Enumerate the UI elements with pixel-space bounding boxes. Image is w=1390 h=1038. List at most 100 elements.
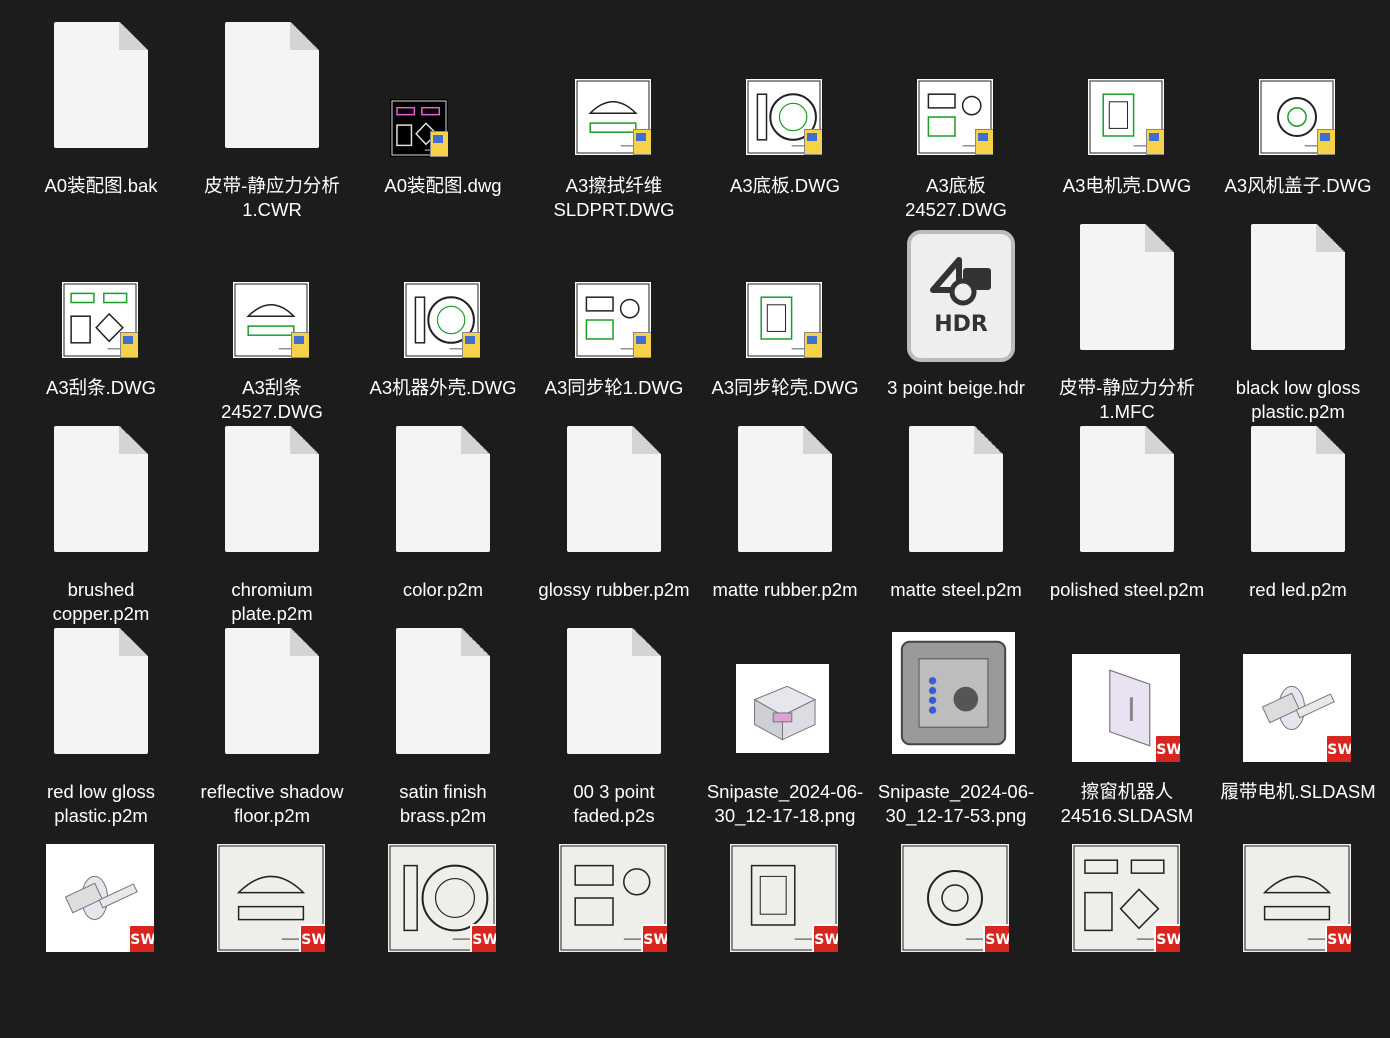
file-item[interactable]: SW — [364, 838, 522, 1038]
file-item[interactable]: A0装配图.bak — [22, 18, 180, 218]
blank-file-icon — [54, 628, 148, 754]
file-name-label: red led.p2m — [1249, 579, 1347, 600]
file-item[interactable]: SW — [1219, 838, 1377, 1038]
file-icon-container — [706, 422, 864, 562]
file-item[interactable]: polished steel.p2m — [1048, 422, 1206, 622]
file-item[interactable]: 皮带-静应力分析1.MFC — [1048, 220, 1206, 422]
slddrw-thumbnail: SW — [730, 844, 838, 952]
file-icon-container — [364, 220, 522, 360]
dwg-thumbnail — [917, 79, 993, 155]
file-item[interactable]: SW — [1048, 838, 1206, 1038]
file-icon-container — [193, 220, 351, 360]
file-name-label: A3电机壳.DWG — [1062, 175, 1192, 196]
file-icon-container: SW — [1219, 838, 1377, 978]
file-item[interactable]: chromium plate.p2m — [193, 422, 351, 624]
file-item[interactable]: A3同步轮1.DWG — [535, 220, 693, 420]
file-icon-container — [364, 422, 522, 562]
sldasm-thumbnail: SW — [1243, 654, 1351, 762]
file-item[interactable]: A3底板24527.DWG — [877, 18, 1035, 220]
file-name-label: matte steel.p2m — [890, 579, 1022, 600]
blank-file-icon — [54, 426, 148, 552]
file-item[interactable]: SW 履带电机.SLDASM — [1219, 624, 1377, 824]
dwg-thumbnail — [746, 79, 822, 155]
file-icon-container — [1219, 18, 1377, 158]
file-item[interactable]: Snipaste_2024-06-30_12-17-53.png — [877, 624, 1035, 826]
file-icon-container — [364, 18, 522, 158]
file-item[interactable]: SW — [22, 838, 180, 1038]
file-item[interactable]: glossy rubber.p2m — [535, 422, 693, 622]
file-item[interactable]: 00 3 point faded.p2s — [535, 624, 693, 826]
dwg-thumbnail — [62, 282, 138, 358]
file-icon-container — [193, 18, 351, 158]
file-item[interactable]: A3刮条.DWG — [22, 220, 180, 420]
dwg-thumbnail — [575, 282, 651, 358]
autocad-badge-icon — [1317, 129, 1335, 155]
file-name-label: A3底板.DWG — [730, 175, 840, 196]
autocad-badge-icon — [462, 332, 480, 358]
slddrw-thumbnail: SW — [901, 844, 1009, 952]
file-item[interactable]: red led.p2m — [1219, 422, 1377, 622]
file-name-label: A0装配图.dwg — [384, 175, 502, 196]
blank-file-icon — [1080, 224, 1174, 350]
file-name-label: A3底板24527.DWG — [905, 175, 1007, 220]
file-item[interactable]: SW — [193, 838, 351, 1038]
file-icon-container: SW — [1048, 838, 1206, 978]
file-name-label: 皮带-静应力分析1.MFC — [1059, 377, 1195, 422]
file-item[interactable]: red low gloss plastic.p2m — [22, 624, 180, 826]
file-name-label: Snipaste_2024-06-30_12-17-18.png — [706, 781, 864, 826]
file-item[interactable]: SW 擦窗机器人24516.SLDASM — [1048, 624, 1206, 826]
file-item[interactable]: A0装配图.dwg — [364, 18, 522, 218]
dwg-thumbnail — [390, 99, 448, 157]
file-item[interactable]: A3擦拭纤维SLDPRT.DWG — [535, 18, 693, 220]
blank-file-icon — [909, 426, 1003, 552]
blank-file-icon — [396, 628, 490, 754]
dwg-thumbnail — [1259, 79, 1335, 155]
file-name-label: A3机器外壳.DWG — [369, 377, 517, 398]
blank-file-icon — [225, 628, 319, 754]
solidworks-badge-icon: SW — [128, 924, 154, 952]
file-name-label: Snipaste_2024-06-30_12-17-53.png — [877, 781, 1035, 826]
dwg-thumbnail — [1088, 79, 1164, 155]
file-name-label: A3风机盖子.DWG — [1224, 175, 1372, 196]
file-item[interactable]: A3同步轮壳.DWG — [706, 220, 864, 420]
autocad-badge-icon — [633, 129, 651, 155]
file-icon-container — [1219, 422, 1377, 562]
file-item[interactable]: black low gloss plastic.p2m — [1219, 220, 1377, 422]
file-item[interactable]: SW — [706, 838, 864, 1038]
file-icon-container — [877, 624, 1035, 764]
file-icon-container — [22, 422, 180, 562]
file-item[interactable]: A3机器外壳.DWG — [364, 220, 522, 420]
file-item[interactable]: satin finish brass.p2m — [364, 624, 522, 826]
file-item[interactable]: SW — [877, 838, 1035, 1038]
file-item[interactable]: HDR 3 point beige.hdr — [877, 220, 1035, 420]
solidworks-badge-icon: SW — [812, 924, 838, 952]
file-item[interactable]: brushed copper.p2m — [22, 422, 180, 624]
file-item[interactable]: color.p2m — [364, 422, 522, 622]
autocad-badge-icon — [975, 129, 993, 155]
hdr-icon-label: HDR — [934, 312, 988, 337]
file-item[interactable]: 皮带-静应力分析1.CWR — [193, 18, 351, 220]
file-name-label: black low gloss plastic.p2m — [1235, 377, 1361, 422]
file-name-label: brushed copper.p2m — [52, 579, 150, 624]
file-icon-container: SW — [877, 838, 1035, 978]
file-icon-container: SW — [364, 838, 522, 978]
file-icon-container — [22, 18, 180, 158]
file-item[interactable]: A3刮条24527.DWG — [193, 220, 351, 422]
file-icon-container — [193, 422, 351, 562]
file-item[interactable]: SW — [535, 838, 693, 1038]
solidworks-badge-icon: SW — [1154, 924, 1180, 952]
file-item[interactable]: reflective shadow floor.p2m — [193, 624, 351, 826]
file-item[interactable]: matte steel.p2m — [877, 422, 1035, 622]
autocad-badge-icon — [120, 332, 138, 358]
file-item[interactable]: Snipaste_2024-06-30_12-17-18.png — [706, 624, 864, 826]
file-icon-container — [193, 624, 351, 764]
autocad-badge-icon — [804, 332, 822, 358]
file-item[interactable]: A3电机壳.DWG — [1048, 18, 1206, 218]
file-icon-container — [1048, 18, 1206, 158]
blank-file-icon — [567, 628, 661, 754]
file-item[interactable]: A3底板.DWG — [706, 18, 864, 218]
autocad-badge-icon — [430, 131, 448, 157]
file-item[interactable]: matte rubber.p2m — [706, 422, 864, 622]
file-item[interactable]: A3风机盖子.DWG — [1219, 18, 1377, 218]
image-thumbnail — [736, 664, 829, 753]
